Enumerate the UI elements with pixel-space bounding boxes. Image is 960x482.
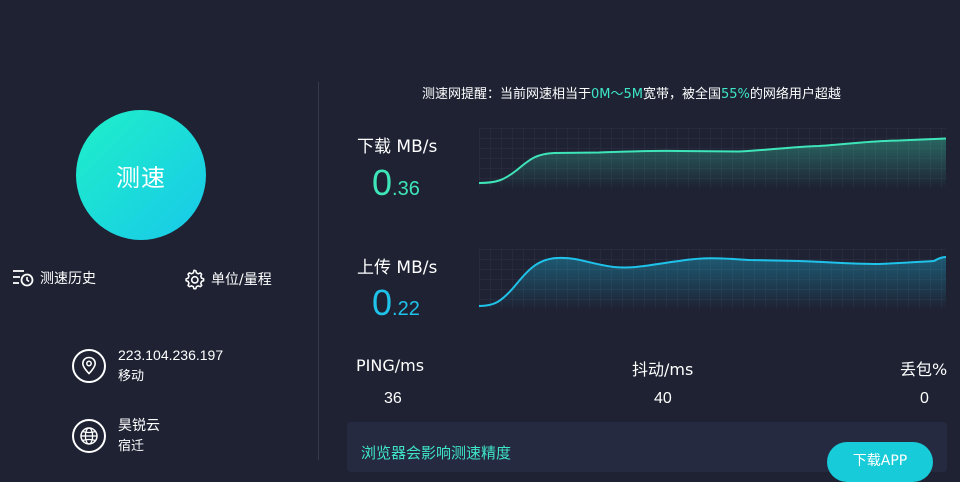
speed-test-label: 测速 — [116, 163, 166, 192]
history-icon — [13, 270, 34, 287]
speed-notice: 测速网提醒：当前网速相当于0M～5M宽带，被全国55%的网络用户超越 — [422, 83, 841, 102]
notice-range: 0M～5M — [591, 87, 643, 102]
carrier-name: 移动 — [118, 369, 145, 384]
packet-loss-label: 丢包% — [900, 360, 948, 379]
unit-range-label: 单位/量程 — [211, 272, 272, 288]
isp-location: 宿迁 — [118, 439, 145, 454]
gear-icon — [185, 269, 205, 290]
download-value-int: 0 — [372, 162, 393, 203]
ping-value: 36 — [384, 390, 402, 407]
speed-test-button[interactable]: 测速 — [76, 110, 206, 240]
globe-icon — [72, 419, 106, 453]
notice-middle: 宽带，被全国 — [643, 87, 722, 102]
packet-loss-value: 0 — [920, 390, 929, 407]
jitter-label: 抖动/ms — [632, 360, 694, 379]
left-panel: 测速 测速历史 单位/量程 223.104.236.197 移动 昊锐云 宿迁 — [0, 0, 318, 460]
upload-graph — [479, 249, 946, 309]
ping-label: PING/ms — [356, 356, 425, 375]
ip-info: 223.104.236.197 移动 — [72, 344, 223, 388]
download-graph — [479, 128, 946, 188]
notice-prefix: 测速网提醒：当前网速相当于 — [422, 87, 592, 102]
history-link[interactable]: 测速历史 — [12, 268, 96, 288]
upload-label: 上传 MB/s — [357, 258, 438, 278]
download-app-button[interactable]: 下载APP — [827, 442, 933, 482]
browser-tip-card: 浏览器会影响测速精度 下载APP — [347, 422, 947, 482]
notice-suffix: 的网络用户超越 — [749, 87, 841, 102]
upload-value-dec: .22 — [392, 298, 420, 320]
download-label: 下载 MB/s — [357, 137, 438, 157]
unit-range-link[interactable]: 单位/量程 — [183, 268, 272, 290]
notice-percent: 55% — [721, 87, 750, 102]
upload-value: 0.22 — [372, 285, 420, 321]
history-label: 测速历史 — [40, 271, 96, 287]
isp-info: 昊锐云 宿迁 — [72, 414, 160, 458]
ip-address: 223.104.236.197 — [118, 347, 224, 363]
jitter-value: 40 — [654, 390, 672, 407]
upload-value-int: 0 — [372, 282, 393, 323]
download-value: 0.36 — [372, 165, 420, 201]
download-value-dec: .36 — [392, 178, 420, 200]
isp-name: 昊锐云 — [118, 417, 160, 433]
location-pin-icon — [72, 349, 106, 383]
panel-divider — [318, 82, 319, 460]
